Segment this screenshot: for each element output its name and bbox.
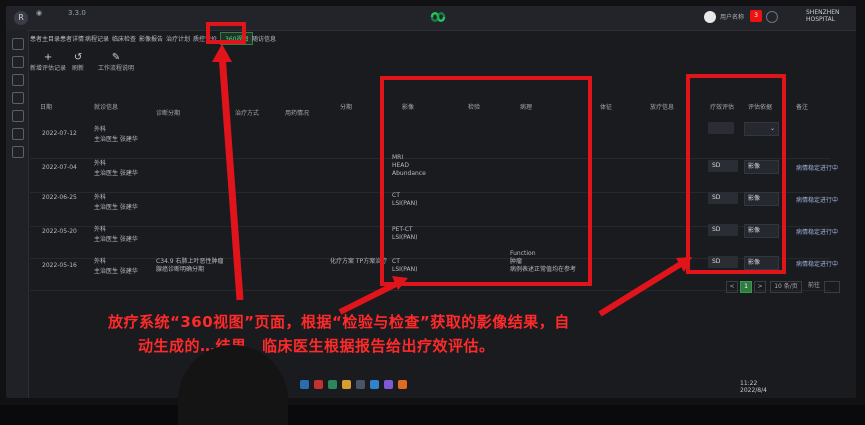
- taskbar-app-icon[interactable]: [370, 380, 379, 389]
- annotation-caption: 放疗系统“360视图”页面，根据“检验与检查”获取的影像结果，自 动生成的…结果…: [108, 310, 758, 358]
- system-tray: 11:22 2022/8/4: [740, 380, 767, 394]
- taskbar-app-icon[interactable]: [314, 380, 323, 389]
- taskbar-app-icon[interactable]: [342, 380, 351, 389]
- taskbar-app-icon[interactable]: [384, 380, 393, 389]
- os-taskbar: [300, 378, 720, 392]
- caption-line-1: 放疗系统“360视图”页面，根据“检验与检查”获取的影像结果，自: [108, 313, 570, 331]
- tray-date: 2022/8/4: [740, 387, 767, 394]
- taskbar-app-icon[interactable]: [328, 380, 337, 389]
- taskbar-app-icon[interactable]: [300, 380, 309, 389]
- taskbar-app-icon[interactable]: [356, 380, 365, 389]
- monitor-frame: R ◉ 3.3.0 用户名称 3 SHENZHEN HOSPITAL 患者主目录…: [0, 0, 865, 425]
- tray-time: 11:22: [740, 380, 758, 387]
- taskbar-app-icon[interactable]: [398, 380, 407, 389]
